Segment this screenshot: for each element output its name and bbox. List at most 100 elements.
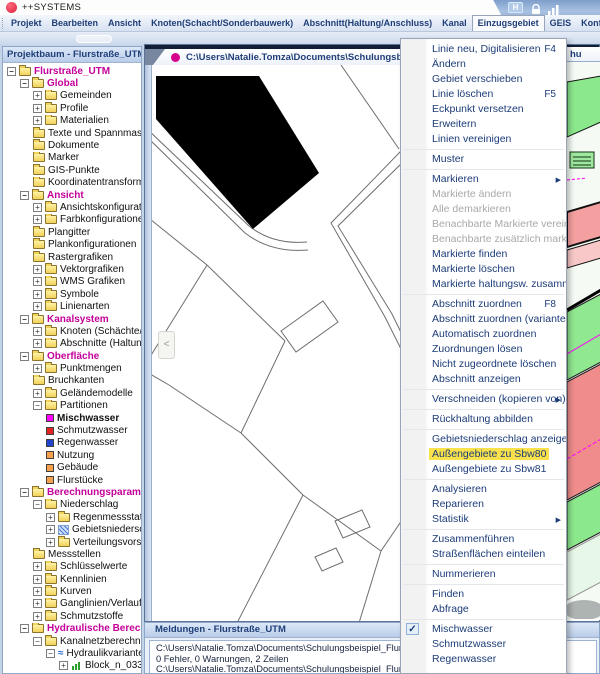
collapseer-icon[interactable]: − xyxy=(33,401,42,410)
menu-item-linie-neu-digitalisieren[interactable]: Linie neu, DigitalisierenF4 xyxy=(401,42,566,57)
tree-item[interactable]: +Punktmengen xyxy=(3,362,141,374)
expander-icon[interactable]: + xyxy=(33,339,42,348)
menubar-item-einzugsgebiet[interactable]: Einzugsgebiet xyxy=(472,15,545,31)
tree-item[interactable]: Mischwasser xyxy=(3,412,141,424)
tree-item[interactable]: Koordinatentransform xyxy=(3,177,141,189)
pin-icon[interactable]: H xyxy=(508,2,523,13)
tree-item[interactable]: +Ganglinien/Verlauf xyxy=(3,598,141,610)
menubar-item-konfiguration[interactable]: Konfiguration xyxy=(576,16,600,30)
collapseer-icon[interactable]: − xyxy=(33,637,42,646)
tree-item[interactable]: Gebäude xyxy=(3,462,141,474)
expander-icon[interactable]: + xyxy=(33,116,42,125)
tree-item[interactable]: +Profile xyxy=(3,102,141,114)
expander-icon[interactable]: + xyxy=(33,612,42,621)
collapseer-icon[interactable]: − xyxy=(33,500,42,509)
menu-item-erweitern[interactable]: Erweitern xyxy=(401,117,566,132)
menubar-item-projekt[interactable]: Projekt xyxy=(6,16,47,30)
tree-item[interactable]: +Schlüsselwerte xyxy=(3,561,141,573)
menu-item-zuordnungen-lösen[interactable]: Zuordnungen lösen xyxy=(401,342,566,357)
collapseer-icon[interactable]: − xyxy=(20,79,29,88)
tree-item[interactable]: −Flurstraße_UTM xyxy=(3,65,141,77)
menu-item-eckpunkt-versetzen[interactable]: Eckpunkt versetzen xyxy=(401,102,566,117)
menubar-item-geis[interactable]: GEIS xyxy=(545,16,577,30)
tree-item[interactable]: −Hydraulische Berechnun xyxy=(3,623,141,635)
tree-item[interactable]: +Kennlinien xyxy=(3,573,141,585)
tree-item[interactable]: +Schmutzstoffe xyxy=(3,610,141,622)
tree-item[interactable]: +Materialien xyxy=(3,115,141,127)
menu-item-regenwasser[interactable]: Regenwasser xyxy=(401,652,566,667)
tree-item[interactable]: Dokumente xyxy=(3,139,141,151)
expander-icon[interactable]: + xyxy=(33,562,42,571)
tree-item[interactable]: −Niederschlag xyxy=(3,499,141,511)
menu-item-muster[interactable]: Muster xyxy=(401,152,566,167)
expander-icon[interactable]: + xyxy=(46,538,55,547)
expander-icon[interactable]: + xyxy=(33,587,42,596)
tree-item[interactable]: −Partitionen xyxy=(3,400,141,412)
tree-item[interactable]: Messstellen xyxy=(3,548,141,560)
tree-item[interactable]: Rastergrafiken xyxy=(3,251,141,263)
menu-item-abschnitt-anzeigen[interactable]: Abschnitt anzeigen xyxy=(401,372,566,387)
menu-item-linien-vereinigen[interactable]: Linien vereinigen xyxy=(401,132,566,147)
tree-item[interactable]: +Gebietsniederschlä xyxy=(3,523,141,535)
tree-item[interactable]: +Ansichtskonfiguration xyxy=(3,201,141,213)
tree-item[interactable]: Regenwasser xyxy=(3,437,141,449)
tree-item[interactable]: +Knoten (Schächte/Sor xyxy=(3,325,141,337)
tree-item[interactable]: Nutzung xyxy=(3,449,141,461)
map-left-scroll-strip[interactable] xyxy=(145,65,152,621)
collapseer-icon[interactable]: − xyxy=(20,352,29,361)
expander-icon[interactable]: + xyxy=(33,277,42,286)
collapseer-icon[interactable]: − xyxy=(20,315,29,324)
expander-icon[interactable]: + xyxy=(33,265,42,274)
tree-item[interactable]: +Block_n_033 xyxy=(3,660,141,672)
right-map-tab[interactable]: hu xyxy=(567,47,600,62)
tree-item[interactable]: +Farbkonfigurationen xyxy=(3,214,141,226)
menubar-item-kanal[interactable]: Kanal xyxy=(437,16,472,30)
menu-item-nicht-zugeordnete-löschen[interactable]: Nicht zugeordnete löschen xyxy=(401,357,566,372)
tree-item[interactable]: Plankonfigurationen xyxy=(3,238,141,250)
menubar-item-abschnitt-haltung-anschluss-[interactable]: Abschnitt(Haltung/Anschluss) xyxy=(298,16,437,30)
expander-icon[interactable]: + xyxy=(33,364,42,373)
menu-item-außengebiete-zu-sbw80[interactable]: Außengebiete zu Sbw80 xyxy=(401,447,566,462)
menu-item-reparieren[interactable]: Reparieren xyxy=(401,497,566,512)
menu-item-außengebiete-zu-sbw81[interactable]: Außengebiete zu Sbw81 xyxy=(401,462,566,477)
menu-item-ändern[interactable]: Ändern xyxy=(401,57,566,72)
expander-icon[interactable]: + xyxy=(46,513,55,522)
expander-icon[interactable]: + xyxy=(33,389,42,398)
tree-item[interactable]: +Linienarten xyxy=(3,300,141,312)
collapseer-icon[interactable]: − xyxy=(20,488,29,497)
toolbar-grip-icon[interactable] xyxy=(2,18,3,29)
menu-item-abschnitt-zuordnen[interactable]: Abschnitt zuordnenF8 xyxy=(401,297,566,312)
signal-icon[interactable] xyxy=(548,2,561,15)
tree-item[interactable]: Bruchkanten xyxy=(3,375,141,387)
menu-item-linie-löschen[interactable]: Linie löschenF5 xyxy=(401,87,566,102)
tree-item[interactable]: +Geländemodelle xyxy=(3,387,141,399)
menu-item-automatisch-zuordnen[interactable]: Automatisch zuordnen xyxy=(401,327,566,342)
tree-item[interactable]: Texte und Spannmass xyxy=(3,127,141,139)
expander-icon[interactable]: + xyxy=(33,575,42,584)
tree-item[interactable]: +Gemeinden xyxy=(3,90,141,102)
expander-icon[interactable]: + xyxy=(46,525,55,534)
expander-icon[interactable]: + xyxy=(33,91,42,100)
tree-item[interactable]: −Kanalsystem xyxy=(3,313,141,325)
menu-item-markieren[interactable]: Markieren▶ xyxy=(401,172,566,187)
menu-item-analysieren[interactable]: Analysieren xyxy=(401,482,566,497)
menubar-item-bearbeiten[interactable]: Bearbeiten xyxy=(47,16,104,30)
menu-item-mischwasser[interactable]: ✓Mischwasser xyxy=(401,622,566,637)
collapseer-icon[interactable]: − xyxy=(46,649,55,658)
tree-item[interactable]: Schmutzwasser xyxy=(3,424,141,436)
menu-item-schmutzwasser[interactable]: Schmutzwasser xyxy=(401,637,566,652)
tree-item[interactable]: −Global xyxy=(3,77,141,89)
tree-item[interactable]: −Berechnungsparameter xyxy=(3,486,141,498)
tree-item[interactable]: −Kanalnetzberechnung xyxy=(3,635,141,647)
tree-item[interactable]: −≈Hydraulikvarianten xyxy=(3,647,141,659)
tree-item[interactable]: −Ansicht xyxy=(3,189,141,201)
expander-icon[interactable]: + xyxy=(33,203,42,212)
expander-icon[interactable]: + xyxy=(33,302,42,311)
menu-item-markierte-haltungsw-zusammenf-[interactable]: Markierte haltungsw. zusammenf. xyxy=(401,277,566,292)
tree-item[interactable]: Flurstücke xyxy=(3,474,141,486)
tree-item[interactable]: GIS-Punkte xyxy=(3,164,141,176)
collapse-arrow-icon[interactable]: < xyxy=(158,331,175,359)
expander-icon[interactable]: + xyxy=(33,104,42,113)
lock-icon[interactable] xyxy=(531,2,541,15)
menu-item-statistik[interactable]: Statistik▶ xyxy=(401,512,566,527)
